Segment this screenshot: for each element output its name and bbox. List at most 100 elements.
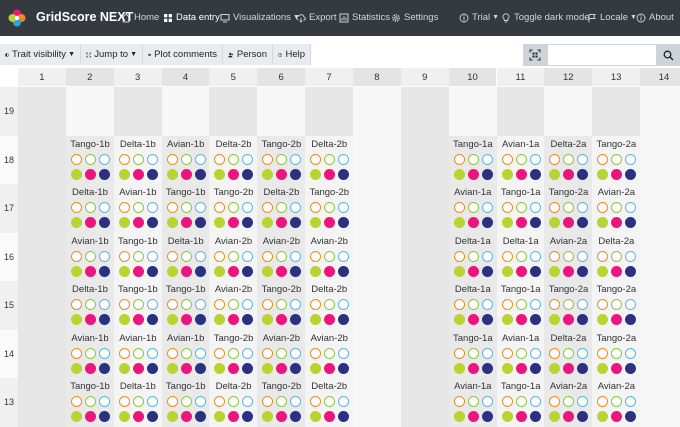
trait-filled-dot[interactable]	[195, 411, 206, 422]
plot-cell[interactable]: Delta-1b	[114, 378, 162, 427]
trait-empty-dot[interactable]	[167, 154, 178, 165]
trait-filled-dot[interactable]	[147, 217, 158, 228]
trait-filled-dot[interactable]	[597, 217, 608, 228]
trait-filled-dot[interactable]	[454, 314, 465, 325]
trait-empty-dot[interactable]	[214, 299, 225, 310]
trait-filled-dot[interactable]	[310, 169, 321, 180]
trait-empty-dot[interactable]	[502, 348, 513, 359]
trait-filled-dot[interactable]	[611, 411, 622, 422]
trait-filled-dot[interactable]	[133, 363, 144, 374]
trait-empty-dot[interactable]	[85, 348, 96, 359]
plot-cell[interactable]: Tango-1b	[162, 184, 210, 233]
plot-cell[interactable]: Tango-2b	[209, 184, 257, 233]
trait-filled-dot[interactable]	[195, 169, 206, 180]
plot-cell[interactable]: Tango-2a	[592, 136, 640, 185]
trait-filled-dot[interactable]	[482, 169, 493, 180]
trait-empty-dot[interactable]	[549, 251, 560, 262]
trait-filled-dot[interactable]	[147, 411, 158, 422]
trait-empty-dot[interactable]	[516, 154, 527, 165]
plot-cell[interactable]: Delta-2b	[209, 378, 257, 427]
plot-cell[interactable]: Avian-2a	[592, 184, 640, 233]
plot-cell[interactable]: Avian-2b	[305, 233, 353, 282]
plot-cell[interactable]: Tango-2a	[592, 281, 640, 330]
trait-filled-dot[interactable]	[454, 169, 465, 180]
trait-empty-dot[interactable]	[625, 348, 636, 359]
trait-filled-dot[interactable]	[577, 217, 588, 228]
trait-empty-dot[interactable]	[262, 396, 273, 407]
trait-filled-dot[interactable]	[516, 266, 527, 277]
trait-filled-dot[interactable]	[181, 217, 192, 228]
trait-empty-dot[interactable]	[71, 251, 82, 262]
trait-filled-dot[interactable]	[167, 363, 178, 374]
plot-cell[interactable]: Tango-2b	[257, 378, 305, 427]
plot-cell[interactable]: Avian-2a	[544, 378, 592, 427]
trait-empty-dot[interactable]	[482, 299, 493, 310]
trait-filled-dot[interactable]	[262, 363, 273, 374]
nav-export[interactable]: Export	[296, 12, 336, 23]
plot-cell[interactable]: Delta-1b	[66, 281, 114, 330]
trait-filled-dot[interactable]	[133, 411, 144, 422]
trait-empty-dot[interactable]	[85, 299, 96, 310]
trait-filled-dot[interactable]	[468, 314, 479, 325]
trait-filled-dot[interactable]	[530, 169, 541, 180]
trait-empty-dot[interactable]	[228, 348, 239, 359]
trait-empty-dot[interactable]	[310, 299, 321, 310]
trait-filled-dot[interactable]	[167, 169, 178, 180]
trait-filled-dot[interactable]	[597, 314, 608, 325]
trait-empty-dot[interactable]	[99, 251, 110, 262]
trait-filled-dot[interactable]	[502, 169, 513, 180]
trait-empty-dot[interactable]	[276, 251, 287, 262]
plot-cell[interactable]: Avian-2b	[209, 233, 257, 282]
trait-empty-dot[interactable]	[482, 154, 493, 165]
trait-filled-dot[interactable]	[338, 217, 349, 228]
trait-filled-dot[interactable]	[214, 314, 225, 325]
trait-empty-dot[interactable]	[577, 396, 588, 407]
trait-filled-dot[interactable]	[71, 266, 82, 277]
plot-cell[interactable]: Delta-2a	[544, 330, 592, 379]
trait-empty-dot[interactable]	[597, 348, 608, 359]
plot-cell[interactable]: Delta-2b	[305, 136, 353, 185]
trait-filled-dot[interactable]	[228, 314, 239, 325]
trait-filled-dot[interactable]	[290, 169, 301, 180]
trait-filled-dot[interactable]	[482, 217, 493, 228]
trait-empty-dot[interactable]	[242, 154, 253, 165]
trait-empty-dot[interactable]	[324, 299, 335, 310]
trait-empty-dot[interactable]	[147, 202, 158, 213]
trait-empty-dot[interactable]	[454, 251, 465, 262]
nav-statistics[interactable]: Statistics	[339, 12, 390, 23]
nav-about[interactable]: About	[636, 12, 674, 23]
trait-empty-dot[interactable]	[85, 202, 96, 213]
trait-empty-dot[interactable]	[516, 202, 527, 213]
trait-filled-dot[interactable]	[71, 169, 82, 180]
trait-filled-dot[interactable]	[549, 314, 560, 325]
plot-cell[interactable]: Delta-2b	[257, 184, 305, 233]
trait-empty-dot[interactable]	[563, 202, 574, 213]
trait-empty-dot[interactable]	[530, 396, 541, 407]
trait-empty-dot[interactable]	[530, 202, 541, 213]
trait-empty-dot[interactable]	[516, 251, 527, 262]
trait-empty-dot[interactable]	[625, 251, 636, 262]
plot-cell[interactable]: Avian-1b	[114, 330, 162, 379]
trait-empty-dot[interactable]	[468, 348, 479, 359]
column-header[interactable]: 1	[18, 68, 66, 86]
trait-filled-dot[interactable]	[242, 266, 253, 277]
trait-empty-dot[interactable]	[147, 299, 158, 310]
plot-cell[interactable]: Delta-1a	[497, 233, 545, 282]
trait-empty-dot[interactable]	[577, 202, 588, 213]
trait-filled-dot[interactable]	[71, 314, 82, 325]
plot-cell[interactable]: Tango-2b	[305, 184, 353, 233]
trait-empty-dot[interactable]	[147, 396, 158, 407]
jump-to-button[interactable]: Jump to ▼	[81, 44, 143, 65]
trait-filled-dot[interactable]	[324, 314, 335, 325]
trait-empty-dot[interactable]	[338, 202, 349, 213]
trait-empty-dot[interactable]	[276, 396, 287, 407]
trait-empty-dot[interactable]	[228, 251, 239, 262]
trait-empty-dot[interactable]	[167, 251, 178, 262]
trait-filled-dot[interactable]	[276, 217, 287, 228]
trait-empty-dot[interactable]	[454, 348, 465, 359]
trait-empty-dot[interactable]	[577, 348, 588, 359]
plot-cell[interactable]: Delta-2a	[592, 233, 640, 282]
trait-filled-dot[interactable]	[516, 363, 527, 374]
trait-empty-dot[interactable]	[242, 396, 253, 407]
trait-filled-dot[interactable]	[502, 363, 513, 374]
